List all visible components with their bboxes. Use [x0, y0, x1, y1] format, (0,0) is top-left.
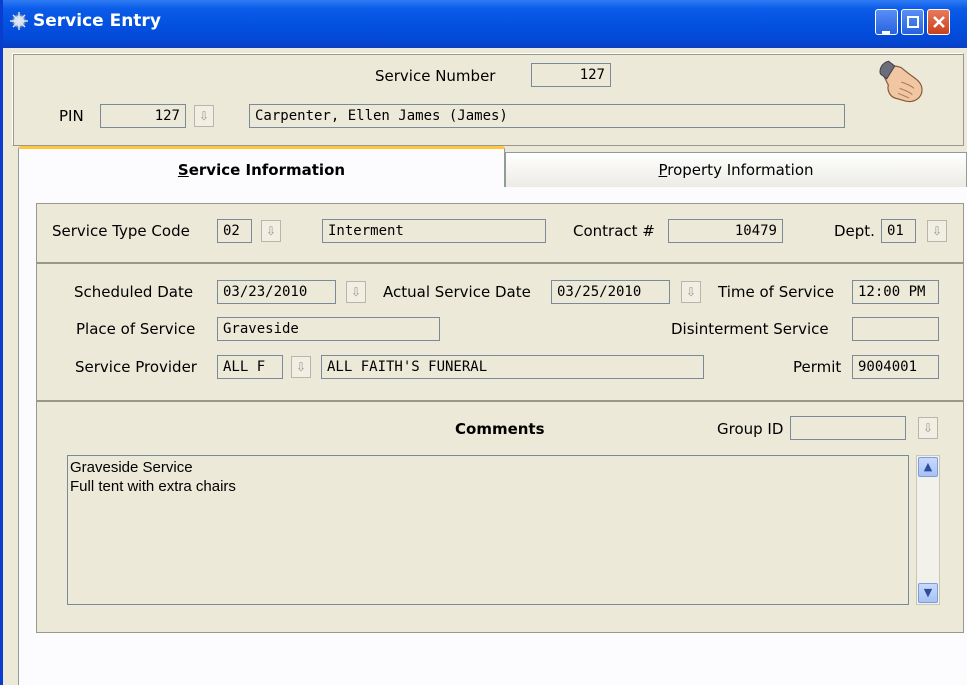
header-panel: Service Number 127 PIN 127 ⇩ Carpenter, … [12, 53, 964, 146]
scroll-down-icon: ▼ [923, 586, 933, 599]
place-of-service-label: Place of Service [76, 320, 196, 338]
dept-dropdown-button[interactable]: ⇩ [927, 220, 947, 242]
dropdown-arrow-icon: ⇩ [295, 360, 307, 374]
window-title: Service Entry [33, 11, 161, 31]
maximize-button[interactable] [901, 9, 924, 35]
actual-service-date-label: Actual Service Date [383, 283, 531, 301]
service-type-code-label: Service Type Code [52, 222, 190, 240]
comments-scrollbar[interactable]: ▲ ▼ [916, 455, 940, 605]
contract-number-label: Contract # [573, 222, 655, 240]
pin-field[interactable]: 127 [100, 104, 186, 128]
pin-label: PIN [59, 107, 84, 125]
tab-label: Property Information [658, 161, 814, 179]
dept-field[interactable]: 01 [881, 219, 916, 243]
disinterment-service-field[interactable] [852, 317, 939, 341]
service-type-section: Service Type Code 02 ⇩ Interment Contrac… [36, 203, 964, 263]
actual-service-date-field[interactable]: 03/25/2010 [551, 280, 670, 304]
tab-property-information[interactable]: Property Information [505, 152, 967, 188]
service-entry-window: Service Entry Service Number 127 PIN 127… [0, 0, 967, 685]
permit-field[interactable]: 9004001 [852, 355, 939, 379]
close-icon [928, 14, 949, 34]
service-provider-code-field[interactable]: ALL F [217, 355, 283, 379]
comments-textarea[interactable]: Graveside Service Full tent with extra c… [67, 455, 909, 605]
pin-dropdown-button[interactable]: ⇩ [194, 105, 214, 127]
dropdown-arrow-icon: ⇩ [265, 224, 277, 238]
tab-bar: Service Information Property Information [18, 146, 967, 188]
comment-line: Graveside Service [70, 459, 193, 476]
hand-icon [879, 60, 923, 103]
scheduled-date-field[interactable]: 03/23/2010 [217, 280, 336, 304]
group-id-label: Group ID [717, 420, 784, 438]
dropdown-arrow-icon: ⇩ [931, 224, 943, 238]
app-icon [10, 12, 28, 30]
maximize-icon [902, 14, 923, 34]
disinterment-service-label: Disinterment Service [671, 320, 829, 338]
scroll-down-button[interactable]: ▼ [918, 583, 938, 603]
close-button[interactable] [927, 9, 950, 35]
time-of-service-label: Time of Service [718, 283, 835, 301]
service-number-field[interactable]: 127 [531, 63, 611, 87]
dropdown-arrow-icon: ⇩ [685, 285, 697, 299]
minimize-icon [876, 20, 897, 40]
place-of-service-field[interactable]: Graveside [217, 317, 440, 341]
permit-label: Permit [793, 358, 842, 376]
dropdown-arrow-icon: ⇩ [350, 285, 362, 299]
minimize-button[interactable] [875, 9, 898, 35]
group-id-field[interactable] [790, 416, 906, 440]
group-id-dropdown-button[interactable]: ⇩ [918, 417, 938, 439]
scroll-up-icon: ▲ [923, 460, 933, 473]
service-type-code-field[interactable]: 02 [217, 219, 252, 243]
service-information-panel: Service Type Code 02 ⇩ Interment Contrac… [18, 187, 967, 685]
scheduled-date-dropdown-button[interactable]: ⇩ [346, 281, 366, 303]
service-type-dropdown-button[interactable]: ⇩ [261, 220, 281, 242]
contract-number-field[interactable]: 10479 [668, 219, 783, 243]
actual-service-date-dropdown-button[interactable]: ⇩ [681, 281, 701, 303]
service-type-description-field[interactable]: Interment [322, 219, 546, 243]
tab-service-information[interactable]: Service Information [18, 146, 505, 188]
tab-label: Service Information [177, 161, 346, 179]
comments-label: Comments [455, 420, 545, 438]
title-bar[interactable]: Service Entry [3, 0, 967, 48]
service-provider-name-field[interactable]: ALL FAITH'S FUNERAL [321, 355, 704, 379]
service-provider-label: Service Provider [75, 358, 197, 376]
scroll-up-button[interactable]: ▲ [918, 457, 938, 477]
client-name-field[interactable]: Carpenter, Ellen James (James) [249, 104, 845, 128]
dept-label: Dept. [834, 222, 875, 240]
dropdown-arrow-icon: ⇩ [198, 109, 210, 123]
comment-line: Full tent with extra chairs [70, 478, 236, 495]
scheduled-date-label: Scheduled Date [74, 283, 194, 301]
service-provider-dropdown-button[interactable]: ⇩ [291, 356, 311, 378]
service-number-label: Service Number [375, 67, 496, 85]
time-of-service-field[interactable]: 12:00 PM [852, 280, 939, 304]
dropdown-arrow-icon: ⇩ [922, 421, 934, 435]
service-details-section: Scheduled Date 03/23/2010 ⇩ Actual Servi… [36, 263, 964, 401]
